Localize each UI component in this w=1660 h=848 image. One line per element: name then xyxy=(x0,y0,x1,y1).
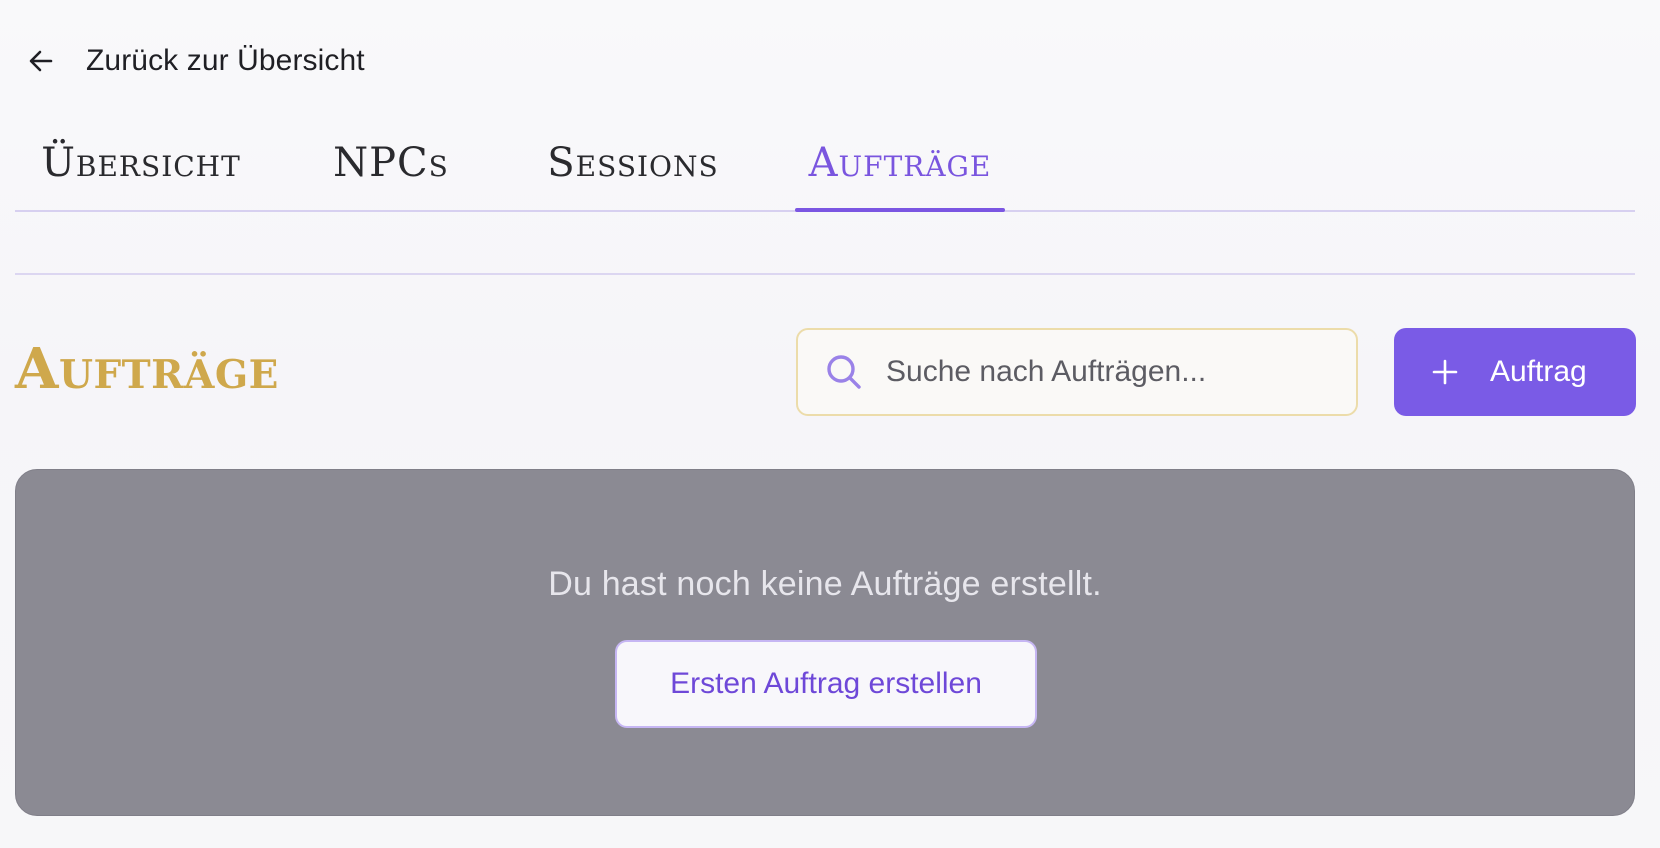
page: Zurück zur Übersicht Übersicht NPCs Sess… xyxy=(0,0,1660,848)
empty-state-message: Du hast noch keine Aufträge erstellt. xyxy=(548,565,1102,603)
add-auftrag-label: Auftrag xyxy=(1490,355,1587,388)
back-link-label: Zurück zur Übersicht xyxy=(86,44,365,77)
plus-icon xyxy=(1430,357,1460,387)
section-divider xyxy=(15,273,1635,275)
create-first-auftrag-button[interactable]: Ersten Auftrag erstellen xyxy=(615,640,1037,728)
tab-sessions[interactable]: Sessions xyxy=(513,116,753,210)
search-field[interactable] xyxy=(796,328,1358,416)
section-title: Aufträge xyxy=(15,336,279,402)
search-icon xyxy=(822,350,866,394)
tab-auftraege[interactable]: Aufträge xyxy=(795,116,1005,212)
arrow-left-icon xyxy=(26,46,56,76)
tab-npcs[interactable]: NPCs xyxy=(271,116,511,210)
back-link[interactable]: Zurück zur Übersicht xyxy=(26,38,365,84)
tab-uebersicht[interactable]: Übersicht xyxy=(15,116,267,210)
tab-bar: Übersicht NPCs Sessions Aufträge xyxy=(15,118,1635,212)
empty-state-panel: Du hast noch keine Aufträge erstellt. Er… xyxy=(15,469,1635,816)
add-auftrag-button[interactable]: Auftrag xyxy=(1394,328,1636,416)
search-input[interactable] xyxy=(886,347,1326,397)
